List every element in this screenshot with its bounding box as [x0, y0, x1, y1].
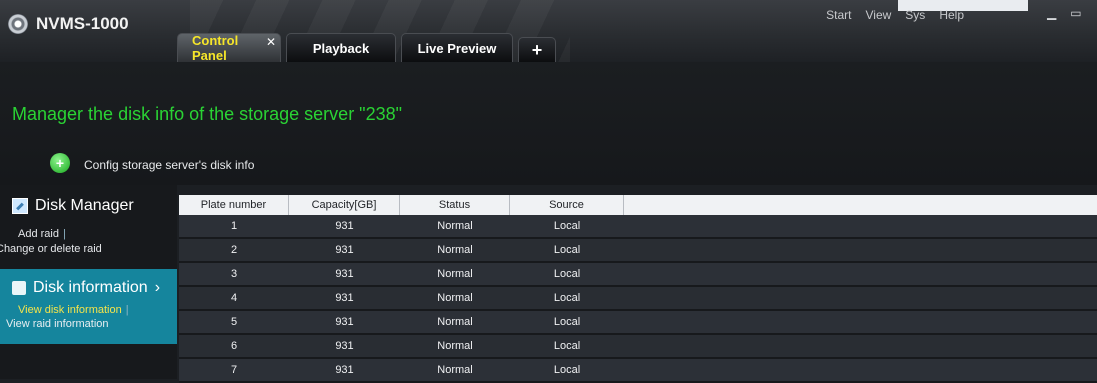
- cell-plate-number: 3: [230, 268, 238, 280]
- disk-manager-icon: [12, 198, 28, 214]
- cell-empty: [624, 287, 1097, 309]
- table-header: Plate number Capacity[GB] Status Source: [179, 195, 1097, 215]
- cell-status: Normal: [437, 220, 473, 232]
- column-capacity[interactable]: Capacity[GB]: [289, 195, 400, 215]
- close-icon[interactable]: ✕: [266, 35, 276, 49]
- sidebar-group-disk-information: Disk information › View disk information…: [0, 269, 177, 344]
- add-tab-button[interactable]: +: [518, 37, 556, 62]
- app-title: NVMS-1000: [36, 14, 129, 33]
- cell-status: Normal: [437, 244, 473, 256]
- tab-label: Playback: [312, 40, 370, 56]
- link-separator: |: [125, 304, 129, 316]
- cell-empty: [624, 311, 1097, 333]
- config-disk-link[interactable]: + Config storage server's disk info: [50, 153, 255, 173]
- chevron-right-icon: ›: [154, 279, 161, 296]
- title-bar: NVMS-1000 Control Panel ✕ Playback Live …: [0, 0, 1097, 62]
- cell-status: Normal: [437, 364, 473, 376]
- cell-capacity: 931: [335, 364, 354, 376]
- disk-table: Plate number Capacity[GB] Status Source …: [179, 195, 1097, 383]
- view-raid-information-link[interactable]: View raid information: [6, 317, 177, 331]
- link-separator: |: [62, 228, 66, 240]
- tab-label: Control Panel: [192, 33, 239, 62]
- sidebar-item-label: Disk information: [33, 279, 148, 296]
- cell-plate-number: 1: [230, 220, 238, 232]
- config-disk-label: Config storage server's disk info: [84, 158, 255, 172]
- cell-capacity: 931: [335, 340, 354, 352]
- cell-plate-number: 4: [230, 292, 238, 304]
- view-disk-information-link[interactable]: View disk information: [18, 304, 122, 316]
- table-row[interactable]: 2 931 Normal Local: [179, 239, 1097, 263]
- camera-icon: [8, 14, 28, 34]
- cell-empty: [624, 239, 1097, 261]
- cell-source: Local: [553, 268, 581, 280]
- cell-capacity: 931: [335, 220, 354, 232]
- table-row[interactable]: 7 931 Normal Local: [179, 359, 1097, 383]
- tab-live-preview[interactable]: Live Preview: [401, 33, 513, 62]
- cell-source: Local: [553, 220, 581, 232]
- cell-plate-number: 2: [230, 244, 238, 256]
- system-menu: Start View Sys Help: [819, 8, 971, 22]
- restore-icon[interactable]: ▭: [1070, 6, 1081, 20]
- page-title: Manager the disk info of the storage ser…: [12, 104, 402, 124]
- table-row[interactable]: 1 931 Normal Local: [179, 215, 1097, 239]
- brand: NVMS-1000: [8, 14, 129, 34]
- cell-empty: [624, 215, 1097, 237]
- table-body: 1 931 Normal Local 2 931 Normal Local 3 …: [179, 215, 1097, 383]
- cell-capacity: 931: [335, 244, 354, 256]
- column-plate-number[interactable]: Plate number: [179, 195, 289, 215]
- cell-empty: [624, 359, 1097, 381]
- tab-bar: Control Panel ✕ Playback Live Preview +: [177, 30, 561, 62]
- menu-start[interactable]: Start: [826, 8, 851, 22]
- plus-icon: +: [531, 39, 543, 60]
- cell-empty: [624, 335, 1097, 357]
- tab-control-panel[interactable]: Control Panel ✕: [177, 33, 281, 62]
- cell-source: Local: [553, 244, 581, 256]
- cell-plate-number: 5: [230, 316, 238, 328]
- change-delete-raid-link[interactable]: Change or delete raid: [0, 242, 177, 257]
- cell-status: Normal: [437, 292, 473, 304]
- add-raid-link[interactable]: Add raid: [18, 228, 59, 240]
- plus-icon: +: [50, 153, 70, 173]
- cell-status: Normal: [437, 340, 473, 352]
- menu-sys[interactable]: Sys: [905, 8, 925, 22]
- cell-plate-number: 7: [230, 364, 238, 376]
- minimize-icon[interactable]: ▁: [1047, 6, 1056, 20]
- cell-source: Local: [553, 316, 581, 328]
- column-filler: [624, 195, 1097, 215]
- table-row[interactable]: 6 931 Normal Local: [179, 335, 1097, 359]
- column-status[interactable]: Status: [400, 195, 510, 215]
- cell-capacity: 931: [335, 292, 354, 304]
- table-row[interactable]: 3 931 Normal Local: [179, 263, 1097, 287]
- sidebar: Disk Manager Add raid | Change or delete …: [0, 185, 177, 379]
- menu-help[interactable]: Help: [939, 8, 964, 22]
- sidebar-item-disk-information[interactable]: Disk information ›: [12, 269, 177, 297]
- disk-info-icon: [12, 281, 26, 295]
- cell-plate-number: 6: [230, 340, 238, 352]
- table-row[interactable]: 5 931 Normal Local: [179, 311, 1097, 335]
- window-controls: ▁ ▭ ✕: [1047, 6, 1097, 20]
- column-source[interactable]: Source: [510, 195, 624, 215]
- table-row[interactable]: 4 931 Normal Local: [179, 287, 1097, 311]
- cell-status: Normal: [437, 316, 473, 328]
- cell-source: Local: [553, 292, 581, 304]
- cell-empty: [624, 263, 1097, 285]
- cell-capacity: 931: [335, 316, 354, 328]
- sidebar-item-disk-manager[interactable]: Disk Manager: [12, 197, 177, 215]
- sidebar-links: Add raid | Change or delete raid: [0, 227, 177, 257]
- tab-playback[interactable]: Playback: [286, 33, 396, 62]
- sidebar-links: View disk information | View raid informa…: [6, 303, 177, 331]
- page-header: Manager the disk info of the storage ser…: [0, 62, 1097, 185]
- cell-status: Normal: [437, 268, 473, 280]
- cell-capacity: 931: [335, 268, 354, 280]
- cell-source: Local: [553, 340, 581, 352]
- sidebar-group-disk-manager: Disk Manager Add raid | Change or delete …: [0, 197, 177, 279]
- tab-label: Live Preview: [417, 40, 497, 56]
- menu-view[interactable]: View: [866, 8, 892, 22]
- cell-source: Local: [553, 364, 581, 376]
- sidebar-item-label: Disk Manager: [35, 197, 134, 214]
